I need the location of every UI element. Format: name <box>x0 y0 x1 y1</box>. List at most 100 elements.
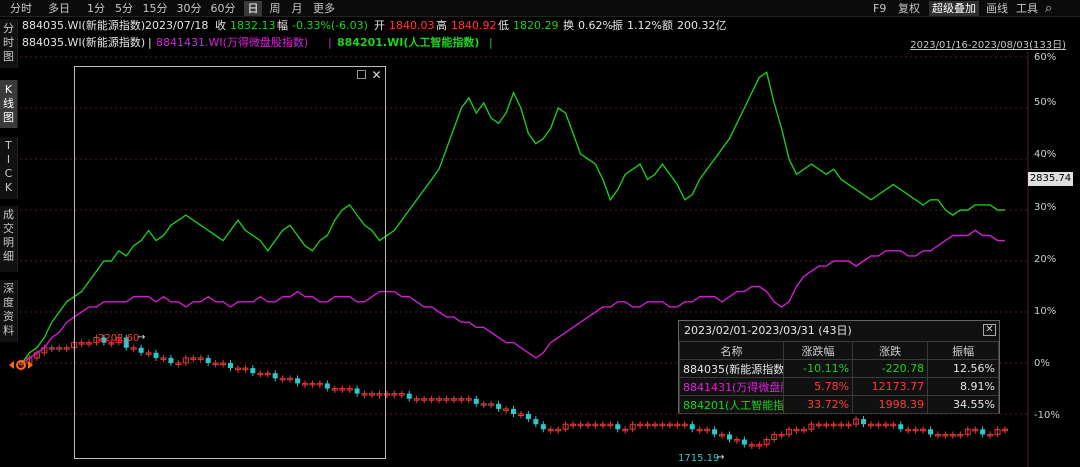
col-chg: 涨跌 <box>852 341 929 360</box>
info-low-label: 低 <box>498 19 509 32</box>
candle <box>689 424 695 430</box>
side-tab-intraday-label: 分时图 <box>3 22 14 63</box>
candle <box>712 429 718 435</box>
info-high: 1840.92 <box>451 19 497 32</box>
y-axis-label: 0% <box>1034 358 1050 369</box>
popup-title: 2023/02/01-2023/03/31 (43日) <box>684 324 852 337</box>
row-amp: 8.91% <box>927 377 999 396</box>
row-chg: 12173.77 <box>852 377 929 396</box>
tools-button[interactable]: 工具 <box>1016 1 1038 16</box>
side-tab-kline-label: K线图 <box>3 83 14 124</box>
y-axis-label: -10% <box>1034 410 1060 421</box>
row-chg: 1998.39 <box>852 395 929 414</box>
last-value-tag: 2835.74 <box>1028 172 1073 186</box>
tab-30min[interactable]: 30分 <box>174 1 204 16</box>
tab-60min[interactable]: 60分 <box>208 1 238 16</box>
info-open: 1840.03 <box>389 19 435 32</box>
info-turnover-label: 换 <box>563 19 574 32</box>
search-icon[interactable]: ⌕ <box>1045 1 1052 16</box>
row-name: 8841431(万得微盘股 <box>679 377 784 396</box>
candle <box>511 408 516 414</box>
info-close: 1832.13 <box>230 19 276 32</box>
row-pct: 33.72% <box>782 395 854 414</box>
candle <box>980 429 986 435</box>
table-row[interactable]: 884201(人工智能指数 33.72% 1998.39 34.55% <box>679 395 999 414</box>
side-tab-tick[interactable]: TICK <box>0 137 18 199</box>
side-tab-trade-detail-label: 成交明细 <box>3 208 14 263</box>
legend-ai-index[interactable]: 884201.WI(人工智能指数) <box>337 35 479 50</box>
y-axis-label: 50% <box>1034 97 1057 108</box>
info-open-label: 开 <box>374 19 385 32</box>
info-amount: 200.32亿 <box>677 19 727 32</box>
info-amount-label: 额 <box>662 19 673 32</box>
info-close-label: 收 <box>215 19 226 32</box>
info-change: -0.33%(-6.03) <box>292 19 368 32</box>
candle <box>861 419 867 425</box>
row-amp: 34.55% <box>927 395 999 414</box>
tab-monthly[interactable]: 月 <box>288 1 306 16</box>
range-stats-popup: 2023/02/01-2023/03/31 (43日) ✕ 名称 涨跌幅 涨跌 … <box>678 320 1000 414</box>
tab-1min[interactable]: 1分 <box>84 1 108 16</box>
y-axis-label: 10% <box>1034 306 1057 317</box>
candle <box>496 403 502 409</box>
row-pct: -10.11% <box>782 359 854 378</box>
row-name: 884035(新能源指数) <box>679 359 784 378</box>
candle <box>406 393 412 399</box>
table-row[interactable]: 884035(新能源指数) -10.11% -220.78 12.56% <box>679 359 999 378</box>
maximize-icon[interactable]: ☐ <box>355 69 368 82</box>
candle <box>615 424 621 430</box>
candle <box>726 434 732 440</box>
super-overlay-button[interactable]: 超级叠加 <box>929 1 979 16</box>
candle <box>741 439 747 445</box>
y-axis-label: 40% <box>1034 149 1057 160</box>
tab-5min[interactable]: 5分 <box>112 1 136 16</box>
range-stats-table: 名称 涨跌幅 涨跌 振幅 884035(新能源指数) -10.11% -220.… <box>679 341 999 414</box>
y-axis-label: 60% <box>1034 52 1057 63</box>
legend-new-energy[interactable]: 884035.WI(新能源指数) <box>22 35 145 50</box>
col-name: 名称 <box>679 341 784 360</box>
side-tab-deep-info[interactable]: 深度资料 <box>0 280 18 342</box>
draw-line-button[interactable]: 画线 <box>986 1 1008 16</box>
legend-separator: | <box>148 36 152 49</box>
close-icon[interactable]: ✕ <box>983 324 996 336</box>
f9-button[interactable]: F9 <box>873 1 886 16</box>
legend-separator: | <box>328 36 332 49</box>
row-amp: 12.56% <box>927 359 999 378</box>
legend-micro-cap[interactable]: 8841431.WI(万得微盘股指数) <box>156 35 308 50</box>
side-tab-deep-info-label: 深度资料 <box>3 282 14 337</box>
candle <box>473 398 479 404</box>
info-amplitude: 1.12% <box>627 19 662 32</box>
side-tab-trade-detail[interactable]: 成交明细 <box>0 206 18 272</box>
col-amp: 振幅 <box>927 341 999 360</box>
tab-multi-day[interactable]: 多日 <box>42 1 76 16</box>
tab-15min[interactable]: 15分 <box>140 1 170 16</box>
row-pct: 5.78% <box>782 377 854 396</box>
side-tab-kline[interactable]: K线图 <box>0 80 18 128</box>
table-row[interactable]: 8841431(万得微盘股 5.78% 12173.77 8.91% <box>679 377 999 396</box>
period-toolbar: 分时 多日 1分 5分 15分 30分 60分 日 周 月 更多 F9 复权 超… <box>0 0 1080 17</box>
adjust-button[interactable]: 复权 <box>898 1 920 16</box>
date-range-label[interactable]: 2023/01/16-2023/08/03(133日) <box>910 36 1066 51</box>
info-change-label: 幅 <box>277 19 288 32</box>
tab-intraday[interactable]: 分时 <box>4 1 38 16</box>
info-amplitude-label: 振 <box>612 19 623 32</box>
side-tab-intraday[interactable]: 分时图 <box>0 19 18 68</box>
start-marker-icon[interactable] <box>9 359 33 371</box>
close-icon[interactable]: ✕ <box>370 69 383 82</box>
legend-separator: | <box>489 36 493 49</box>
candle <box>898 424 904 430</box>
tab-more[interactable]: 更多 <box>310 1 338 16</box>
info-code: 884035.WI(新能源指数) <box>22 19 146 32</box>
y-axis-label: 20% <box>1034 254 1057 265</box>
tab-daily[interactable]: 日 <box>244 1 262 16</box>
period-low-label: 1715.19 <box>678 453 720 464</box>
col-pct: 涨跌幅 <box>782 341 854 360</box>
arrow-right-icon: → <box>716 452 725 463</box>
row-name: 884201(人工智能指数 <box>679 395 784 414</box>
row-chg: -220.78 <box>852 359 929 378</box>
table-header-row: 名称 涨跌幅 涨跌 振幅 <box>679 341 999 360</box>
range-selection-box[interactable]: ☐ ✕ <box>74 66 386 459</box>
tab-weekly[interactable]: 周 <box>266 1 284 16</box>
info-low: 1820.29 <box>513 19 559 32</box>
info-date: 2023/07/18 <box>145 19 209 32</box>
